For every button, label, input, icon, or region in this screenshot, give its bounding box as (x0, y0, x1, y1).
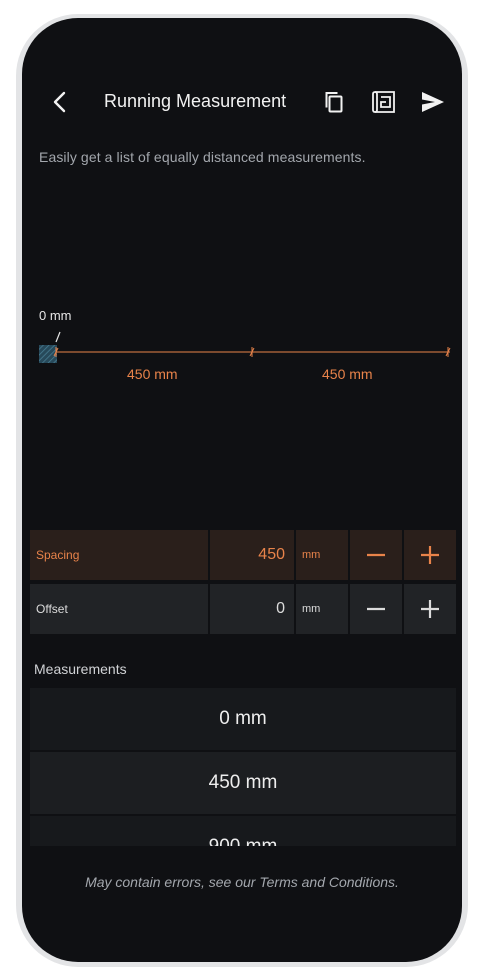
origin-marker (39, 345, 57, 363)
offset-unit: mm (296, 584, 348, 634)
measurement-diagram (39, 331, 451, 363)
send-icon (422, 92, 444, 112)
start-tick (55, 331, 61, 343)
offset-decrement-button[interactable] (350, 584, 402, 634)
list-item: 0 mm (30, 688, 456, 750)
spacing-row: Spacing 450 mm (30, 530, 456, 580)
spacing-unit: mm (296, 530, 348, 580)
spacing-increment-button[interactable] (404, 530, 456, 580)
list-item: 450 mm (30, 752, 456, 814)
spacing-decrement-button[interactable] (350, 530, 402, 580)
disclaimer-text: May contain errors, see our Terms and Co… (85, 874, 399, 890)
spacing-value-input[interactable]: 450 (210, 530, 294, 580)
minus-icon (367, 607, 385, 611)
app-screen: Running Measurement Easily get a list of… (22, 18, 462, 962)
plus-icon (421, 546, 439, 564)
segment-label: 450 mm (127, 366, 178, 382)
offset-row: Offset 0 mm (30, 584, 456, 634)
header-bar: Running Measurement (22, 84, 462, 120)
copy-button[interactable] (320, 88, 348, 116)
list-item: 900 mm (30, 816, 456, 846)
minus-icon (367, 553, 385, 557)
page-subtitle: Easily get a list of equally distanced m… (39, 149, 366, 165)
back-button[interactable] (46, 84, 74, 120)
measurements-heading: Measurements (34, 661, 127, 677)
send-button[interactable] (419, 88, 447, 116)
offset-value-input[interactable]: 0 (210, 584, 294, 634)
blueprint-icon (372, 91, 395, 113)
measurements-list[interactable]: 0 mm 450 mm 900 mm (30, 688, 456, 846)
offset-label: Offset (30, 584, 208, 634)
blueprint-button[interactable] (369, 88, 397, 116)
page-title: Running Measurement (104, 91, 287, 111)
spacing-label: Spacing (30, 530, 208, 580)
offset-increment-button[interactable] (404, 584, 456, 634)
chevron-left-icon (53, 91, 66, 113)
plus-icon (421, 600, 439, 618)
copy-icon (325, 92, 343, 113)
segment-label: 450 mm (322, 366, 373, 382)
